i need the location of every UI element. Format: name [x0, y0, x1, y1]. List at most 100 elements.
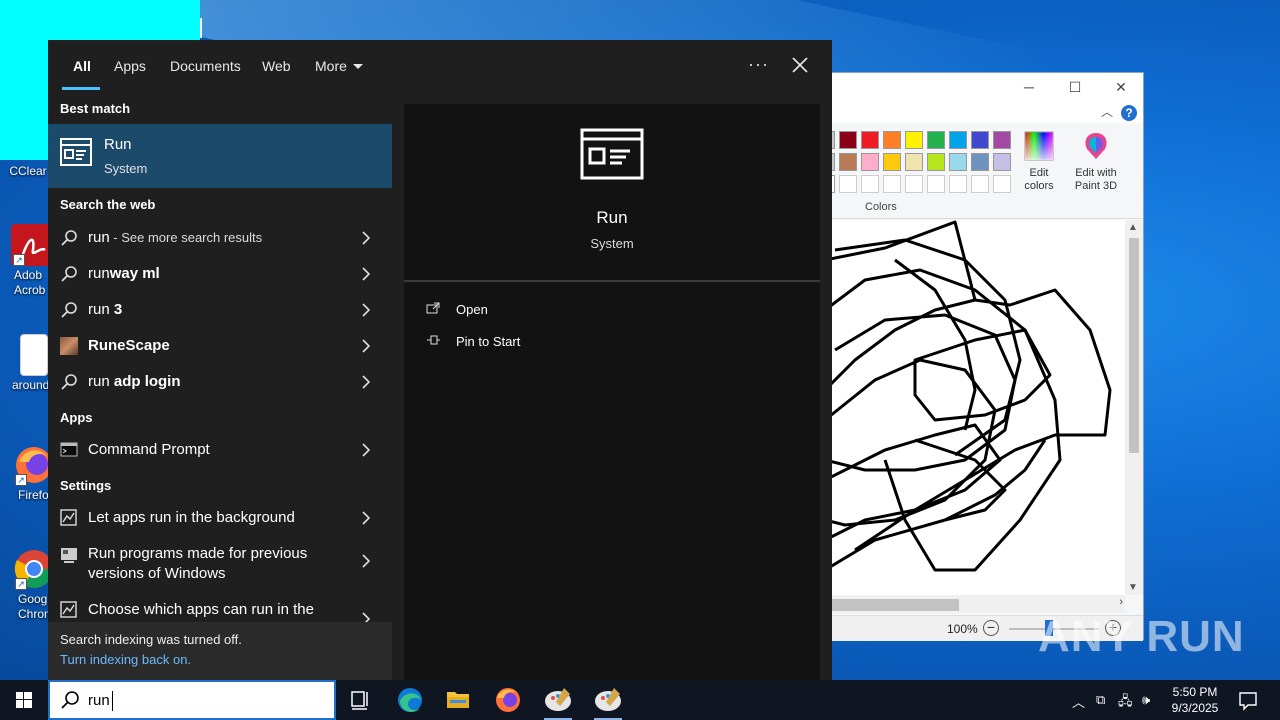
taskbar-firefox[interactable]	[484, 680, 532, 720]
divider	[404, 280, 820, 282]
chevron-right-icon[interactable]	[360, 554, 372, 568]
network-icon[interactable]: 🖧	[1118, 692, 1133, 714]
scroll-down-icon[interactable]: ▼	[1128, 582, 1138, 593]
color-swatch[interactable]	[905, 175, 923, 193]
color-swatch[interactable]	[927, 131, 945, 149]
search-input[interactable]: run	[88, 692, 110, 709]
device-icon[interactable]: ⧉	[1096, 692, 1105, 708]
color-swatch[interactable]	[927, 175, 945, 193]
color-swatch[interactable]	[839, 131, 857, 149]
open-action[interactable]: Open	[426, 302, 488, 317]
more-options-icon[interactable]: ···	[748, 54, 769, 75]
color-swatch[interactable]	[883, 131, 901, 149]
scroll-up-icon[interactable]: ▲	[1128, 222, 1138, 233]
turn-indexing-on-link[interactable]: Turn indexing back on.	[60, 652, 191, 667]
collapse-ribbon-icon[interactable]: ︿	[1101, 103, 1113, 120]
start-button[interactable]	[0, 680, 48, 720]
tab-web[interactable]: Web	[262, 58, 291, 74]
chevron-right-icon[interactable]	[360, 511, 372, 525]
pin-to-start-action[interactable]: Pin to Start	[426, 334, 520, 349]
color-swatch[interactable]	[861, 131, 879, 149]
color-swatch[interactable]	[949, 131, 967, 149]
settings-result[interactable]: Run programs made for previous versions …	[48, 538, 392, 582]
paint-canvas[interactable]	[825, 220, 1125, 595]
edit-colors-button[interactable]: Edit colors	[1021, 131, 1057, 193]
run-app-icon	[580, 128, 644, 180]
web-result[interactable]: run 3	[48, 292, 392, 328]
taskbar-clock[interactable]: 5:50 PM 9/3/2025	[1166, 684, 1224, 716]
task-view-button[interactable]	[336, 680, 384, 720]
color-swatch[interactable]	[861, 175, 879, 193]
color-swatch[interactable]	[993, 131, 1011, 149]
compatibility-icon	[60, 547, 78, 565]
color-swatch[interactable]	[993, 153, 1011, 171]
volume-icon[interactable]: 🕪	[1142, 692, 1150, 708]
scroll-thumb[interactable]	[1129, 238, 1139, 453]
color-swatch[interactable]	[927, 153, 945, 171]
color-swatch[interactable]	[883, 175, 901, 193]
color-swatch[interactable]	[971, 131, 989, 149]
tab-documents[interactable]: Documents	[170, 58, 241, 74]
tab-more[interactable]: More	[315, 58, 363, 74]
horizontal-scrollbar[interactable]: ›	[825, 595, 1125, 613]
minimize-button[interactable]: ─	[1009, 77, 1049, 97]
pin-icon	[426, 334, 442, 349]
vertical-scrollbar[interactable]: ▲ ▼	[1125, 220, 1143, 595]
web-result[interactable]: RuneScape	[48, 328, 392, 364]
close-button[interactable]: ✕	[1101, 77, 1141, 97]
tab-apps[interactable]: Apps	[114, 58, 146, 74]
color-swatch[interactable]	[971, 153, 989, 171]
run-app-icon	[60, 138, 92, 166]
chevron-right-icon[interactable]	[360, 443, 372, 457]
maximize-button[interactable]: ☐	[1055, 77, 1095, 97]
shortcut-arrow-icon: ↗	[15, 474, 27, 486]
color-swatch[interactable]	[949, 153, 967, 171]
chevron-right-icon[interactable]	[360, 339, 372, 353]
taskbar-file-explorer[interactable]	[434, 680, 482, 720]
chevron-right-icon[interactable]	[360, 612, 372, 622]
show-hidden-icons-chevron-up-icon[interactable]: ︿	[1072, 692, 1085, 711]
zoom-out-button[interactable]: −	[983, 620, 999, 636]
web-result[interactable]: run adp login	[48, 364, 392, 400]
chevron-right-icon[interactable]	[360, 231, 372, 245]
color-swatch[interactable]	[905, 131, 923, 149]
taskbar-search-box[interactable]: run	[48, 680, 336, 720]
paint-titlebar[interactable]: ─ ☐ ✕	[825, 73, 1143, 101]
help-icon[interactable]: ?	[1121, 105, 1137, 121]
color-swatch[interactable]	[949, 175, 967, 193]
apps-header: Apps	[60, 410, 93, 425]
chevron-right-icon[interactable]	[360, 267, 372, 281]
shortcut-arrow-icon: ↗	[13, 254, 25, 266]
scroll-thumb[interactable]	[831, 599, 959, 611]
color-swatch[interactable]	[883, 153, 901, 171]
web-result[interactable]: run - See more search results	[48, 220, 392, 256]
color-swatch[interactable]	[905, 153, 923, 171]
app-result[interactable]: Command Prompt	[48, 432, 392, 468]
settings-result[interactable]: Choose which apps can run in the	[48, 592, 392, 622]
close-icon[interactable]	[788, 52, 812, 78]
color-swatch[interactable]	[861, 153, 879, 171]
paint-window[interactable]: ─ ☐ ✕ ︿ ? Colors Edit colors Edit with P…	[824, 72, 1144, 641]
paint-palette-icon	[595, 688, 621, 711]
notifications-icon[interactable]	[1236, 688, 1260, 712]
tab-all[interactable]: All	[73, 58, 91, 74]
scroll-right-icon[interactable]: ›	[1119, 596, 1123, 608]
chevron-right-icon[interactable]	[360, 375, 372, 389]
chevron-right-icon[interactable]	[360, 303, 372, 317]
open-icon	[426, 302, 442, 317]
edit-paint3d-button[interactable]: Edit with Paint 3D	[1071, 131, 1121, 193]
best-match-item[interactable]: Run System	[48, 124, 392, 188]
results-list: Best match Run System Search the web run…	[48, 92, 392, 680]
watermark: ANY RUN	[1038, 612, 1245, 661]
taskbar-paint-2[interactable]	[584, 680, 632, 720]
color-swatch[interactable]	[839, 175, 857, 193]
web-result[interactable]: runway ml	[48, 256, 392, 292]
document-icon	[20, 334, 48, 376]
color-swatch[interactable]	[993, 175, 1011, 193]
web-result-completion: adp login	[109, 373, 181, 390]
taskbar-edge[interactable]	[386, 680, 434, 720]
color-swatch[interactable]	[839, 153, 857, 171]
color-swatch[interactable]	[971, 175, 989, 193]
taskbar-paint[interactable]	[534, 680, 582, 720]
settings-result[interactable]: Let apps run in the background	[48, 500, 392, 536]
